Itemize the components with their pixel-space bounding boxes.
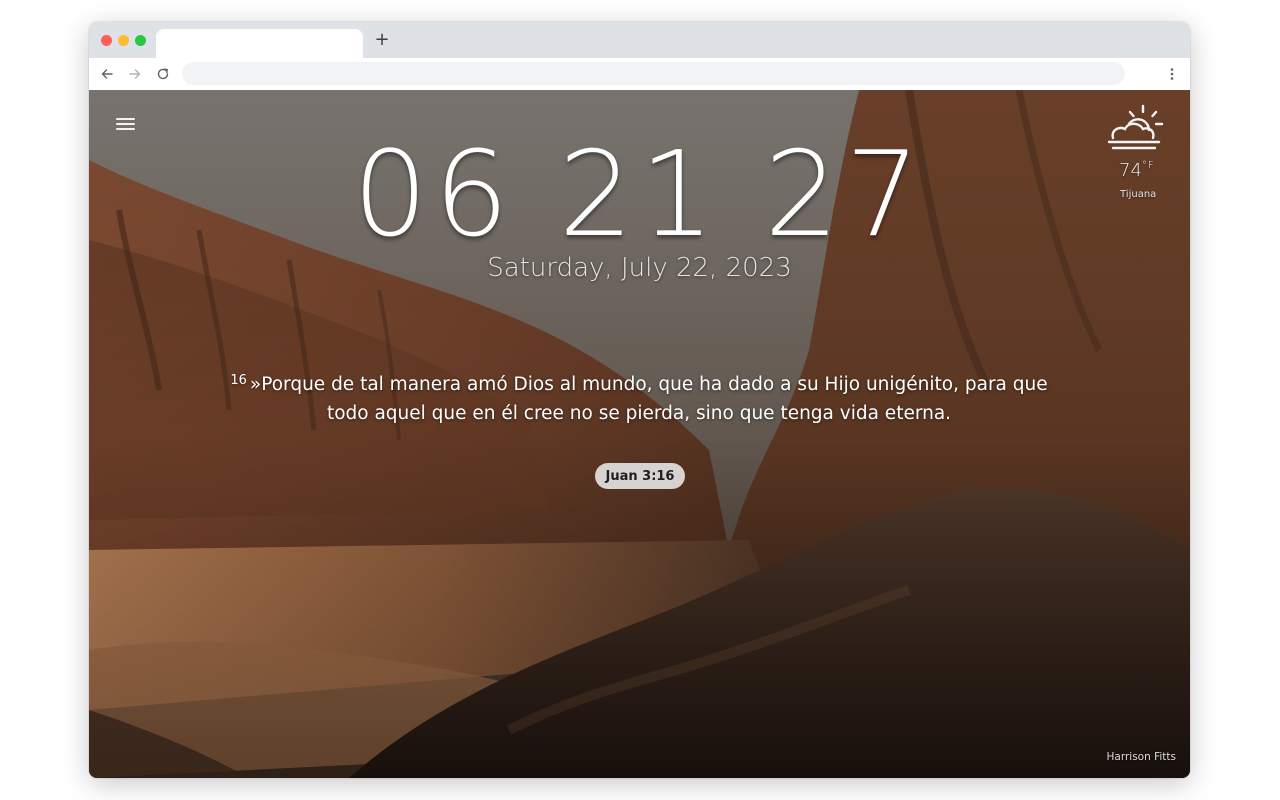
back-arrow-icon[interactable] [99,66,115,82]
partly-cloudy-sun-icon [1107,104,1164,150]
temperature-value: 74 [1119,160,1142,181]
close-window-button[interactable] [101,35,112,46]
forward-arrow-icon[interactable] [127,66,143,82]
menu-icon[interactable] [115,114,137,132]
photo-credit-link[interactable]: Harrison Fitts [1107,751,1176,763]
weather-city: Tijuana [1120,189,1157,200]
verse-reference-button[interactable]: Juan 3:16 [595,463,685,489]
maximize-window-button[interactable] [135,35,146,46]
temperature-unit: °F [1141,160,1155,171]
browser-toolbar [89,58,1190,90]
verse-text: »Porque de tal manera amó Dios al mundo,… [249,374,1048,424]
bible-verse: 16 »Porque de tal manera amó Dios al mund… [209,366,1069,428]
new-tab-button[interactable]: + [373,31,391,49]
clock-time: 06 21 27 [352,125,927,263]
address-bar[interactable] [182,62,1125,85]
weather-widget[interactable]: 74°F Tijuana [1101,98,1173,200]
kebab-menu-icon[interactable] [1164,66,1180,82]
tab-strip: + [89,22,1190,58]
browser-window: + 06 21 27 Saturday, July 22, 2023 74°F … [89,22,1190,778]
verse-reference-label: Juan 3:16 [605,468,675,484]
active-tab[interactable] [156,29,363,58]
verse-number: 16 [230,373,247,388]
temperature: 74°F [1119,160,1155,181]
clock-date: Saturday, July 22, 2023 [487,253,792,283]
new-tab-page: 06 21 27 Saturday, July 22, 2023 74°F Ti… [89,90,1190,778]
minimize-window-button[interactable] [118,35,129,46]
reload-icon[interactable] [155,66,171,82]
